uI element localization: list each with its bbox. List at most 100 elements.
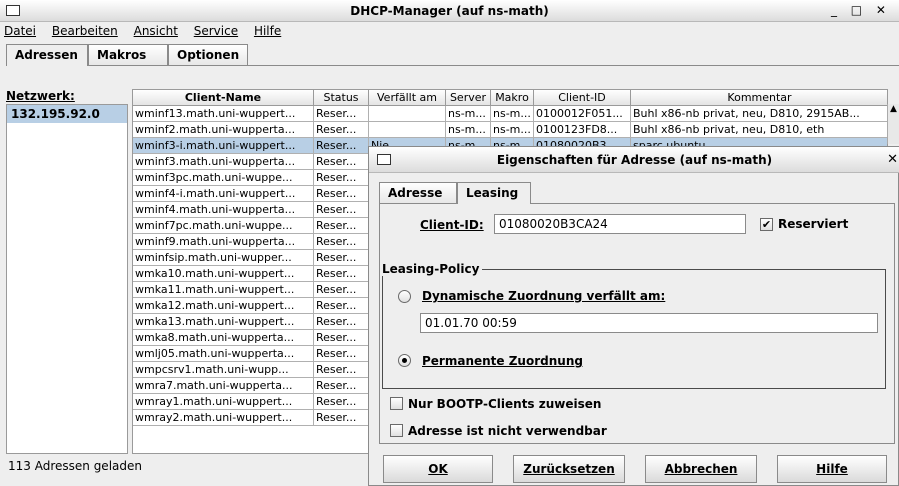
leasing-policy-title: Leasing-Policy <box>382 262 483 276</box>
reserviert-label: Reserviert <box>778 217 849 231</box>
cell-server: ns-m... <box>446 122 491 138</box>
permanent-radio[interactable] <box>398 354 411 367</box>
window-title: DHCP-Manager (auf ns-math) <box>350 4 549 18</box>
leasing-panel: Client-ID: 01080020B3CA24 ✔ Reserviert L… <box>379 203 895 444</box>
window-titlebar: DHCP-Manager (auf ns-math) _ □ ✕ <box>0 0 899 22</box>
network-label: Netzwerk: <box>6 89 75 103</box>
permanent-label: Permanente Zuordnung <box>422 354 583 368</box>
cell-status: Reser... <box>314 394 369 410</box>
tab-optionen[interactable]: Optionen <box>168 44 248 66</box>
tab-adresse[interactable]: Adresse <box>379 182 457 204</box>
unusable-label: Adresse ist nicht verwendbar <box>408 424 607 438</box>
cell-status: Reser... <box>314 186 369 202</box>
unusable-checkbox[interactable] <box>390 424 403 437</box>
table-scrollbar-up[interactable]: ▲ <box>887 104 899 144</box>
table-header: Client-Name Status Verfällt am Server Ma… <box>133 90 887 106</box>
cell-status: Reser... <box>314 202 369 218</box>
cell-client-id: 0100123FD8... <box>534 122 631 138</box>
table-row[interactable]: wminf2.math.uni-wupperta... Reser... ns-m.… <box>133 122 887 138</box>
cell-client-name: wmka13.math.uni-wuppert... <box>133 314 314 330</box>
cell-client-name: wmray1.math.uni-wuppert... <box>133 394 314 410</box>
column-header-status[interactable]: Status <box>314 90 369 106</box>
network-item[interactable]: 132.195.92.0 <box>7 105 127 123</box>
menu-hilfe[interactable]: Hilfe <box>248 22 287 38</box>
reserviert-checkbox[interactable]: ✔ <box>760 218 773 231</box>
bootp-checkbox[interactable] <box>390 397 403 410</box>
menu-datei[interactable]: Datei <box>0 22 42 38</box>
network-list[interactable]: 132.195.92.0 <box>6 104 128 454</box>
column-header-kommentar[interactable]: Kommentar <box>631 90 887 106</box>
cell-status: Reser... <box>314 170 369 186</box>
menu-bearbeiten[interactable]: Bearbeiten <box>46 22 124 38</box>
menu-service[interactable]: Service <box>188 22 244 38</box>
cell-status: Reser... <box>314 250 369 266</box>
cell-client-name: wminf4.math.uni-wupperta... <box>133 202 314 218</box>
column-header-client-id[interactable]: Client-ID <box>534 90 631 106</box>
cell-client-name: wminf7pc.math.uni-wuppe... <box>133 218 314 234</box>
reset-button[interactable]: Zurücksetzen <box>513 455 625 483</box>
cell-client-name: wmka8.math.uni-wupperta... <box>133 330 314 346</box>
cell-client-name: wmlj05.math.uni-wupperta... <box>133 346 314 362</box>
cell-client-name: wmra7.math.uni-wupperta... <box>133 378 314 394</box>
bootp-label: Nur BOOTP-Clients zuweisen <box>408 397 602 411</box>
column-header-makro[interactable]: Makro <box>491 90 534 106</box>
column-header-server[interactable]: Server <box>446 90 491 106</box>
cell-status: Reser... <box>314 122 369 138</box>
dialog-titlebar: Eigenschaften für Adresse (auf ns-math) … <box>369 147 899 173</box>
dynamic-radio[interactable] <box>398 290 411 303</box>
cell-kommentar: Buhl x86-nb privat, neu, D810, eth <box>631 122 887 138</box>
cell-status: Reser... <box>314 298 369 314</box>
cell-makro: ns-m... <box>491 106 534 122</box>
cell-status: Reser... <box>314 266 369 282</box>
cell-client-name: wmka12.math.uni-wuppert... <box>133 298 314 314</box>
cell-status: Reser... <box>314 378 369 394</box>
cell-client-name: wminfsip.math.uni-wupper... <box>133 250 314 266</box>
dynamic-label: Dynamische Zuordnung verfällt am: <box>422 289 666 303</box>
cell-status: Reser... <box>314 138 369 154</box>
cell-server: ns-m... <box>446 106 491 122</box>
tab-makros[interactable]: Makros <box>88 44 168 66</box>
cell-status: Reser... <box>314 154 369 170</box>
cell-client-name: wminf2.math.uni-wupperta... <box>133 122 314 138</box>
cell-client-name: wminf3-i.math.uni-wuppert... <box>133 138 314 154</box>
cell-client-name: wmray2.math.uni-wuppert... <box>133 410 314 426</box>
column-header-verfaellt[interactable]: Verfällt am <box>369 90 446 106</box>
cell-status: Reser... <box>314 218 369 234</box>
window-controls[interactable]: _ □ ✕ <box>831 3 891 17</box>
cell-client-name: wminf3pc.math.uni-wuppe... <box>133 170 314 186</box>
ok-button[interactable]: OK <box>383 455 493 483</box>
cell-status: Reser... <box>314 282 369 298</box>
table-row[interactable]: wminf13.math.uni-wuppert... Reser... ns-m.… <box>133 106 887 122</box>
cell-status: Reser... <box>314 330 369 346</box>
cell-status: Reser... <box>314 410 369 426</box>
cell-client-name: wminf3.math.uni-wupperta... <box>133 154 314 170</box>
dialog-title: Eigenschaften für Adresse (auf ns-math) <box>496 153 773 167</box>
column-header-client-name[interactable]: Client-Name <box>133 90 314 106</box>
expiry-date-field[interactable]: 01.01.70 00:59 <box>420 313 878 333</box>
cell-status: Reser... <box>314 234 369 250</box>
close-icon[interactable]: ✕ <box>887 152 898 167</box>
cell-client-name: wminf9.math.uni-wupperta... <box>133 234 314 250</box>
cell-status: Reser... <box>314 314 369 330</box>
cell-verfaellt <box>369 122 446 138</box>
cell-client-name: wmpcsrv1.math.uni-wupp... <box>133 362 314 378</box>
cell-kommentar: Buhl x86-nb privat, neu, D810, 2915AB... <box>631 106 887 122</box>
cell-client-name: wmka10.math.uni-wuppert... <box>133 266 314 282</box>
cell-client-id: 0100012F051... <box>534 106 631 122</box>
tab-adressen[interactable]: Adressen <box>6 44 88 66</box>
menubar: Datei Bearbeiten Ansicht Service Hilfe <box>0 22 899 42</box>
cell-status: Reser... <box>314 346 369 362</box>
help-button[interactable]: Hilfe <box>777 455 887 483</box>
cell-client-name: wmka11.math.uni-wuppert... <box>133 282 314 298</box>
client-id-field[interactable]: 01080020B3CA24 <box>494 214 746 234</box>
cell-status: Reser... <box>314 362 369 378</box>
client-id-label: Client-ID: <box>420 218 484 232</box>
properties-dialog: Eigenschaften für Adresse (auf ns-math) … <box>368 146 899 486</box>
cell-verfaellt <box>369 106 446 122</box>
tab-leasing[interactable]: Leasing <box>457 182 531 204</box>
status-text: 113 Adressen geladen <box>8 459 142 473</box>
cell-client-name: wminf13.math.uni-wuppert... <box>133 106 314 122</box>
menu-ansicht[interactable]: Ansicht <box>128 22 184 38</box>
cell-status: Reser... <box>314 106 369 122</box>
cancel-button[interactable]: Abbrechen <box>645 455 757 483</box>
